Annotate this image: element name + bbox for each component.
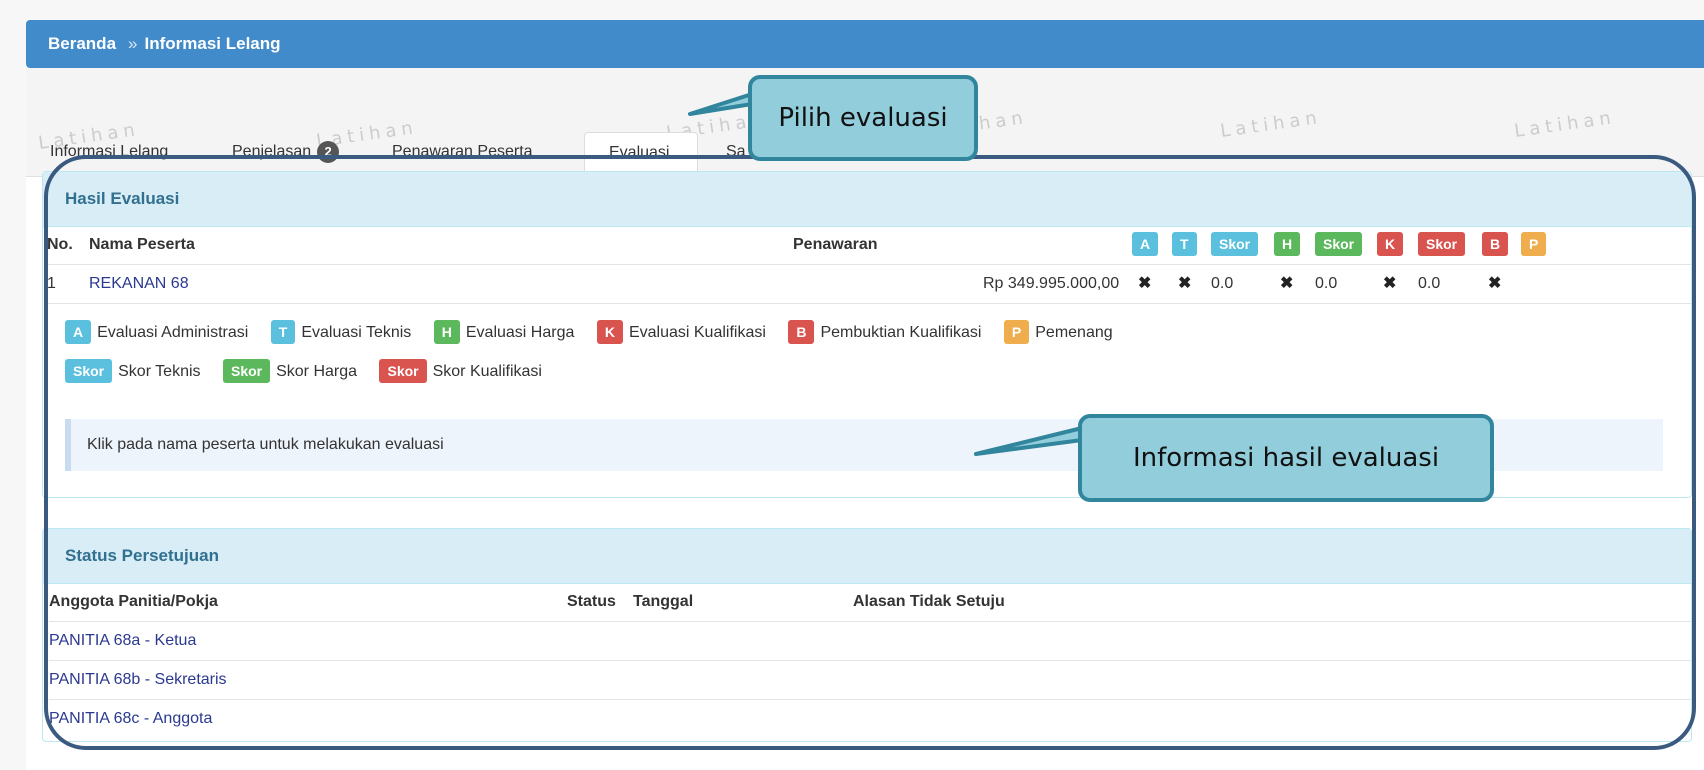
callout-text: Informasi hasil evaluasi xyxy=(1132,443,1440,473)
callout-pilih-evaluasi: Pilih evaluasi xyxy=(748,75,978,161)
callout-pointer xyxy=(688,92,754,116)
callout-informasi-hasil: Informasi hasil evaluasi xyxy=(1078,414,1494,502)
callout-pointer xyxy=(974,426,1084,456)
callout-text: Pilih evaluasi xyxy=(778,103,948,133)
